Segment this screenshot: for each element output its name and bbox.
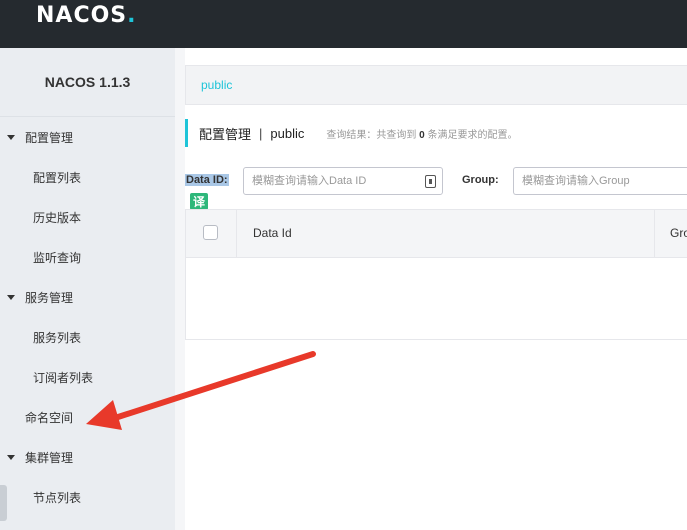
sidebar-item-node-list[interactable]: 节点列表 [0,477,175,517]
dataid-label: Data ID: [185,174,229,186]
nav-group-label: 服务管理 [25,290,74,305]
column-header-group[interactable]: Gro [670,226,687,240]
nav-group-label: 集群管理 [25,450,74,465]
caret-down-icon [7,454,15,460]
result-hint-prefix: 查询结果：共查询到 [326,129,417,141]
dataid-search-input[interactable]: 模糊查询请输入Data ID [243,167,443,195]
sidebar-divider [175,48,185,530]
sidebar-item-subscriber-list[interactable]: 订阅者列表 [0,357,175,397]
group-search-input[interactable]: 模糊查询请输入Group [513,167,687,195]
dataid-label-highlight: Data [186,174,210,186]
nacos-logo[interactable]: NACOS. [36,3,137,28]
sidebar-item-config-list[interactable]: 配置列表 [0,157,175,197]
column-header-dataid[interactable]: Data Id [253,226,292,240]
dataid-label-rest: ID: [209,174,228,186]
title-accent-bar [185,119,188,147]
search-bar: Data ID: 模糊查询请输入Data ID Group: 模糊查询请输入Gr… [185,167,687,195]
config-table: Data Id Gro [185,209,687,340]
nav-group-cluster-management[interactable]: 集群管理 [0,437,175,477]
table-header: Data Id Gro [186,210,687,258]
page-namespace: public [270,125,305,141]
select-all-cell [186,210,237,257]
select-all-checkbox[interactable] [203,225,218,240]
result-count: 0 [419,129,425,141]
nav-group-config-management[interactable]: 配置管理 [0,117,175,157]
sidebar: NACOS 1.1.3 配置管理 配置列表 历史版本 监听查询 服务管理 服务列… [0,48,175,530]
sidebar-item-service-list[interactable]: 服务列表 [0,317,175,357]
sidebar-scrollbar[interactable] [0,485,7,521]
nav-group-label: 配置管理 [25,130,74,145]
sidebar-item-history[interactable]: 历史版本 [0,197,175,237]
result-hint: 查询结果：共查询到 0 条满足要求的配置。 [326,126,517,141]
caret-down-icon [7,294,15,300]
input-autofill-icon[interactable] [425,175,436,188]
top-navbar: NACOS. [0,0,687,48]
sidebar-item-listener-query[interactable]: 监听查询 [0,237,175,277]
group-label: Group: [462,174,499,186]
page-title: 配置管理 [199,126,252,142]
logo-text: NACOS [36,3,128,28]
logo-dot: . [127,3,137,28]
namespace-bar: public [185,65,687,105]
sidebar-item-namespace[interactable]: 命名空间 [0,397,175,437]
caret-down-icon [7,134,15,140]
title-separator: | [259,125,263,141]
dataid-placeholder: 模糊查询请输入Data ID [252,175,367,187]
group-placeholder: 模糊查询请输入Group [522,175,630,187]
result-hint-suffix: 条满足要求的配置。 [427,129,518,141]
main-content: public 配置管理 | public 查询结果：共查询到 0 条满足要求的配… [185,48,687,530]
nav-group-service-management[interactable]: 服务管理 [0,277,175,317]
column-divider [654,210,655,257]
page-header: 配置管理 | public 查询结果：共查询到 0 条满足要求的配置。 [185,118,518,148]
version-label: NACOS 1.1.3 [0,48,175,117]
namespace-tab-public[interactable]: public [201,78,232,92]
translate-icon[interactable]: 译 [190,193,208,210]
